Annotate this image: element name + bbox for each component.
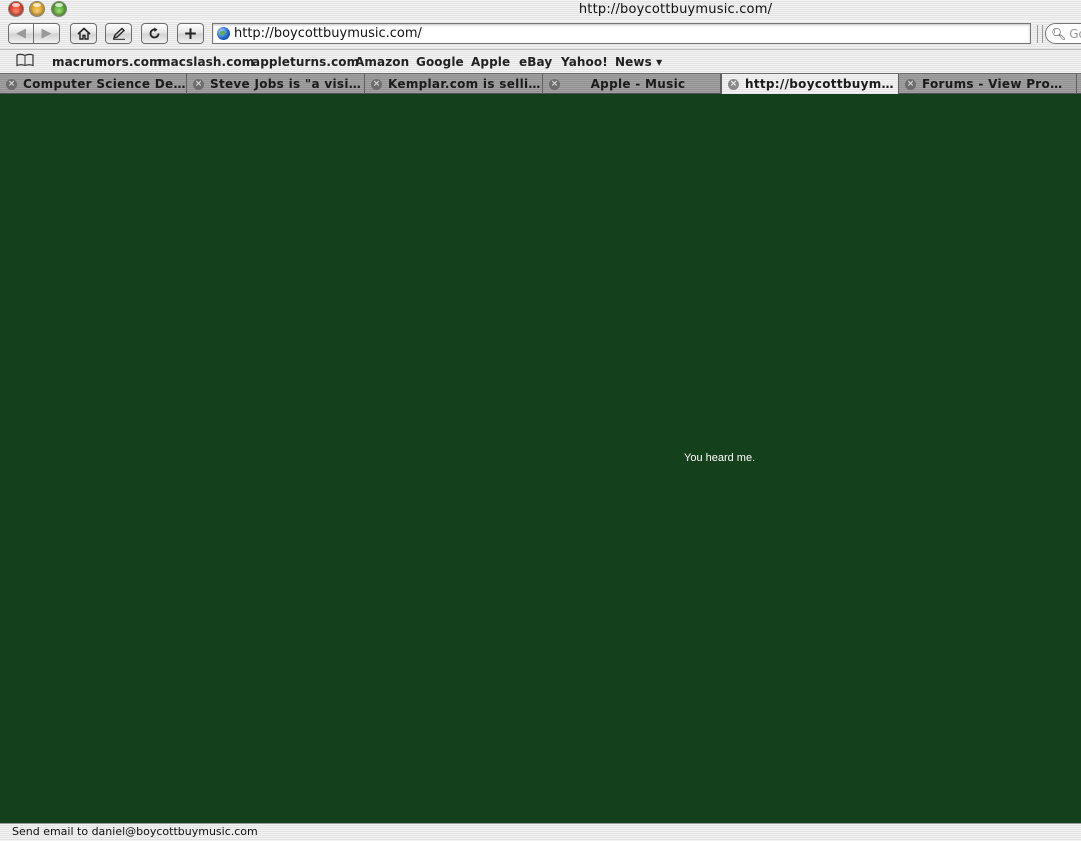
magnifier-icon[interactable]: 🔍︎	[1051, 27, 1066, 41]
tab-label: Steve Jobs is "a visiona...	[210, 77, 364, 91]
close-tab-icon[interactable]: ×	[371, 78, 382, 90]
tab-boycottbuymusic[interactable]: × http://boycottbuymusic....	[721, 74, 899, 94]
bookmark-yahoo[interactable]: Yahoo!	[561, 55, 608, 69]
bookmark-appleturns[interactable]: appleturns.com	[252, 55, 359, 69]
close-tab-icon[interactable]: ×	[905, 78, 916, 90]
bookmarks-bar: macrumors.com macslash.com appleturns.co…	[0, 49, 1081, 74]
tab-computer-science-degree[interactable]: × Computer Science Degree	[0, 74, 187, 94]
bookmark-ebay[interactable]: eBay	[519, 55, 552, 69]
tab-label: Kemplar.com is selling ...	[388, 77, 542, 91]
open-book-icon[interactable]	[16, 53, 34, 71]
add-bookmark-button[interactable]	[105, 23, 132, 44]
tab-label: Computer Science Degree	[23, 77, 186, 91]
back-arrow-icon: ◀	[16, 26, 26, 41]
bookmark-amazon[interactable]: Amazon	[355, 55, 409, 69]
title-bar[interactable]: http://boycottbuymusic.com/	[0, 0, 1081, 21]
close-tab-icon[interactable]: ×	[549, 78, 560, 90]
pencil-icon	[112, 27, 125, 40]
google-search-field[interactable]: 🔍︎ Go	[1045, 23, 1081, 44]
tab-forums-view-profile[interactable]: × Forums - View Profile	[899, 74, 1077, 94]
address-bar[interactable]: http://boycottbuymusic.com/	[212, 23, 1031, 44]
bookmark-macslash[interactable]: macslash.com	[158, 55, 254, 69]
add-tab-button[interactable]: +	[177, 23, 204, 44]
tab-label: Forums - View Profile	[922, 77, 1073, 91]
forward-arrow-icon: ▶	[41, 26, 52, 41]
bookmark-macrumors[interactable]: macrumors.com	[52, 55, 162, 69]
tab-label: Apple - Music	[590, 77, 686, 91]
tab-apple-music[interactable]: × Apple - Music	[543, 74, 721, 94]
reload-button[interactable]	[141, 23, 168, 44]
status-bar: Send email to daniel@boycottbuymusic.com	[0, 823, 1081, 841]
bookmark-news-menu[interactable]: News ▾	[615, 55, 662, 69]
plus-icon: +	[183, 23, 198, 44]
forward-button[interactable]: ▶	[33, 23, 60, 44]
tab-kemplar[interactable]: × Kemplar.com is selling ...	[365, 74, 543, 94]
back-button[interactable]: ◀	[8, 23, 34, 44]
page-message: You heard me.	[684, 452, 756, 464]
window-title: http://boycottbuymusic.com/	[578, 2, 773, 17]
tab-steve-jobs[interactable]: × Steve Jobs is "a visiona...	[187, 74, 365, 94]
reload-icon	[149, 27, 160, 39]
close-tab-icon[interactable]: ×	[6, 78, 17, 90]
toolbar-resize-handle[interactable]	[1037, 25, 1043, 43]
globe-icon	[217, 27, 230, 40]
tab-label: http://boycottbuymusic....	[745, 77, 898, 91]
address-input[interactable]: http://boycottbuymusic.com/	[234, 26, 422, 41]
bookmark-apple[interactable]: Apple	[471, 55, 510, 69]
browser-window: http://boycottbuymusic.com/ ◀ ▶ + http:/…	[0, 0, 1081, 841]
close-tab-icon[interactable]: ×	[728, 78, 739, 90]
search-placeholder: Go	[1069, 26, 1081, 41]
toolbar: ◀ ▶ + http://boycottbuymusic.com/ 🔍︎ G	[0, 21, 1081, 49]
bookmark-google[interactable]: Google	[416, 55, 464, 69]
page-content[interactable]: You heard me.	[0, 94, 1081, 823]
home-button[interactable]	[70, 23, 97, 44]
tab-bar: × Computer Science Degree × Steve Jobs i…	[0, 73, 1081, 94]
close-tab-icon[interactable]: ×	[193, 78, 204, 90]
status-text: Send email to daniel@boycottbuymusic.com	[12, 825, 258, 838]
home-icon	[76, 27, 91, 40]
